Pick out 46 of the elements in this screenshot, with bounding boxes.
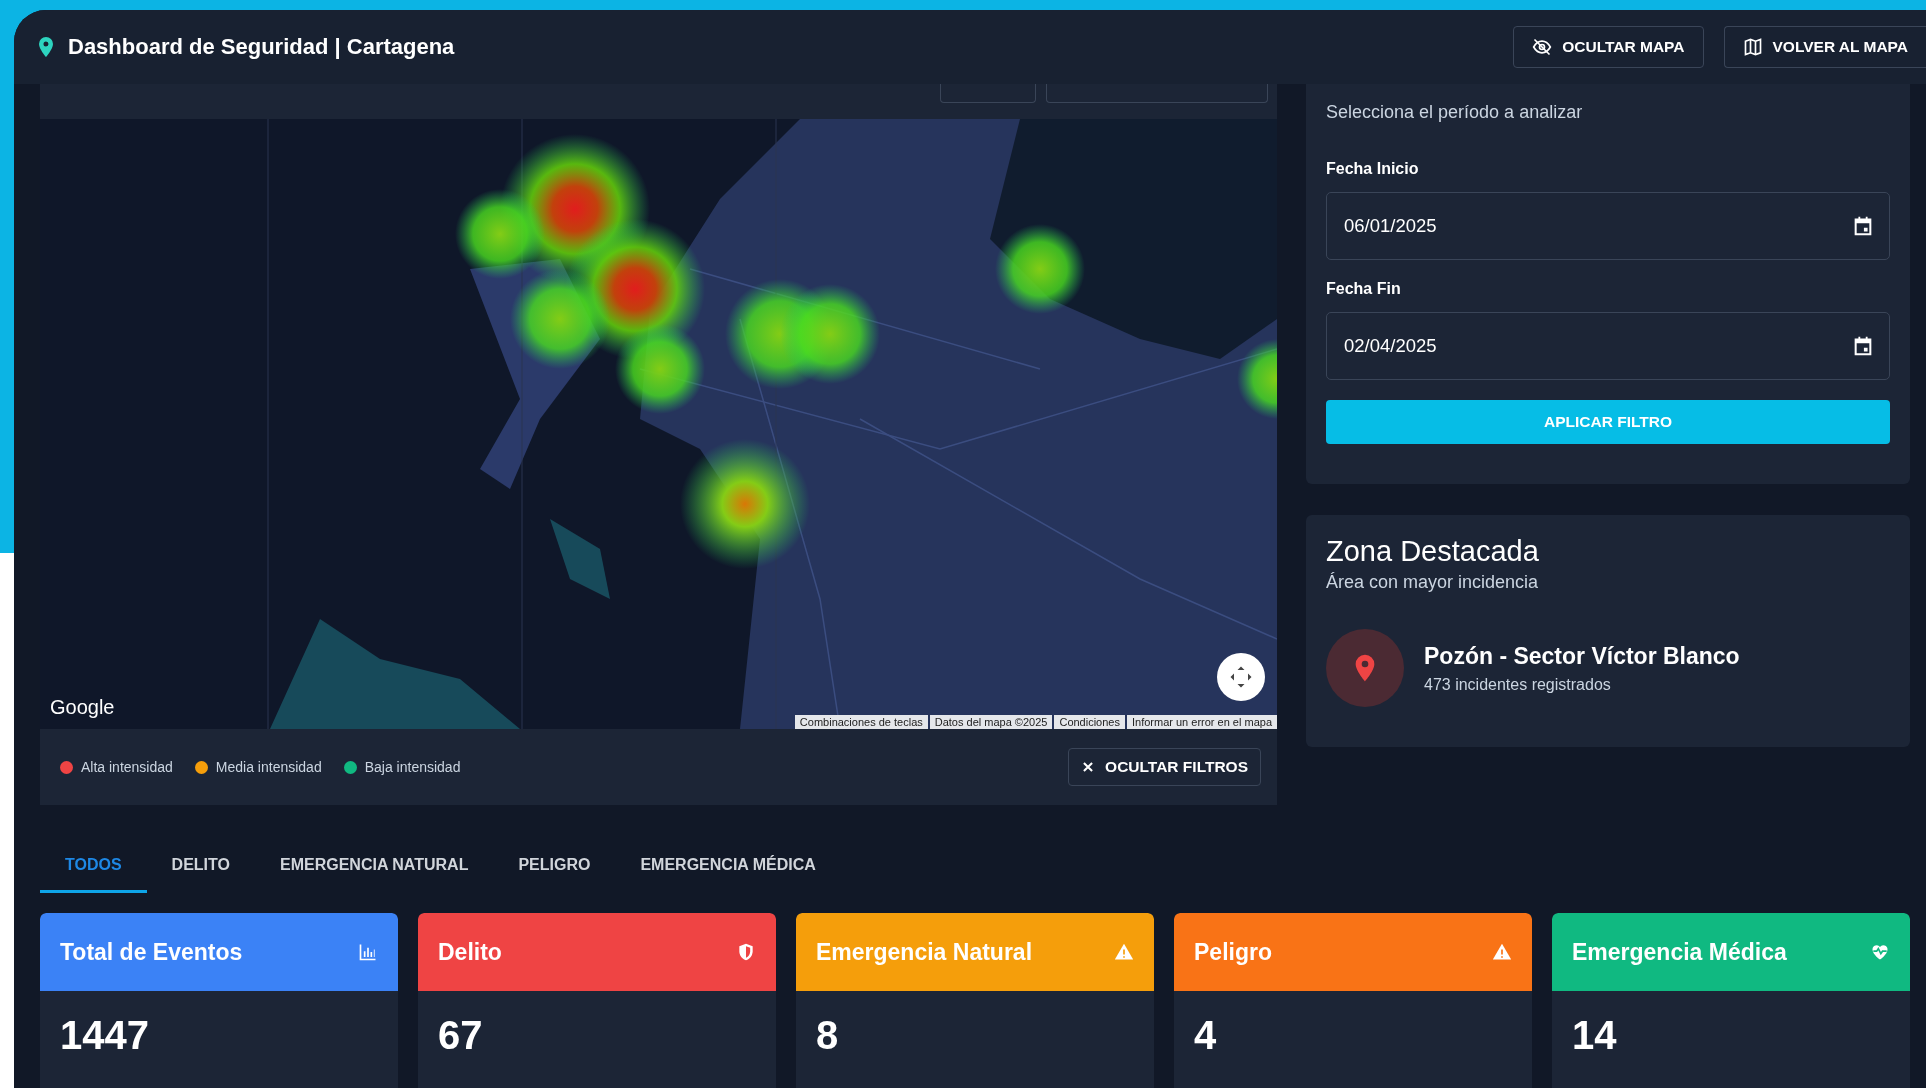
stat-value: 14	[1572, 1013, 1617, 1058]
legend-label: Baja intensidad	[364, 759, 461, 775]
close-icon	[1081, 760, 1096, 774]
stat-value: 4	[1194, 1013, 1217, 1058]
hide-filters-button[interactable]: OCULTAR FILTROS	[1068, 748, 1261, 786]
card-title: Peligro	[1194, 938, 1272, 966]
card-title: Emergencia Natural	[816, 938, 1033, 966]
heart-pulse-icon	[1870, 942, 1890, 962]
category-tab[interactable]: DELITO	[146, 840, 255, 893]
map-attribution-link[interactable]: Informar un error en el mapa	[1127, 715, 1277, 729]
incident-count: 473 incidentes registrados	[1424, 675, 1612, 694]
category-tab[interactable]: EMERGENCIA MÉDICA	[615, 840, 841, 893]
date-field[interactable]: 06/01/2025	[1326, 192, 1890, 260]
field-label: Fecha Inicio	[1326, 160, 1420, 178]
app-title: Dashboard de Seguridad | Cartagena	[68, 34, 456, 60]
stat-value: 67	[438, 1013, 483, 1058]
back-to-map-button[interactable]: VOLVER AL MAPA	[1723, 26, 1926, 68]
legend-label: Media intensidad	[215, 759, 322, 775]
shield-icon	[736, 942, 756, 962]
card-subtitle: Área con mayor incidencia	[1326, 572, 1540, 593]
panel-subtitle: Selecciona el período a analizar	[1326, 102, 1584, 123]
warning-icon	[1114, 942, 1134, 962]
field-label: Fecha Fin	[1326, 280, 1402, 298]
bar-chart-icon	[358, 942, 378, 962]
category-tab[interactable]: EMERGENCIA NATURAL	[255, 840, 494, 893]
legend-label: Alta intensidad	[81, 759, 173, 775]
map-icon	[1742, 37, 1763, 57]
category-tab[interactable]: PELIGRO	[493, 840, 616, 893]
map-logo: Google	[50, 696, 115, 719]
map-attribution-link[interactable]: Combinaciones de teclas	[794, 715, 928, 729]
stat-value: 1447	[60, 1013, 149, 1058]
card-title: Zona Destacada	[1326, 535, 1540, 568]
calendar-icon	[1852, 215, 1874, 237]
zone-name: Pozón - Sector Víctor Blanco	[1424, 642, 1740, 670]
stat-value: 8	[816, 1013, 839, 1058]
card-title: Emergencia Médica	[1572, 938, 1787, 966]
eye-off-icon	[1532, 37, 1553, 57]
card-title: Delito	[438, 938, 502, 966]
map-attribution-link[interactable]: Datos del mapa ©2025	[929, 715, 1053, 729]
category-tab[interactable]: TODOS	[40, 840, 147, 893]
map-attribution-link[interactable]: Condiciones	[1054, 715, 1125, 729]
calendar-icon	[1852, 335, 1874, 357]
card-title: Total de Eventos	[60, 938, 243, 966]
date-field[interactable]: 02/04/2025	[1326, 312, 1890, 380]
warning-icon	[1492, 942, 1512, 962]
hide-map-button[interactable]: OCULTAR MAPA	[1513, 26, 1704, 68]
